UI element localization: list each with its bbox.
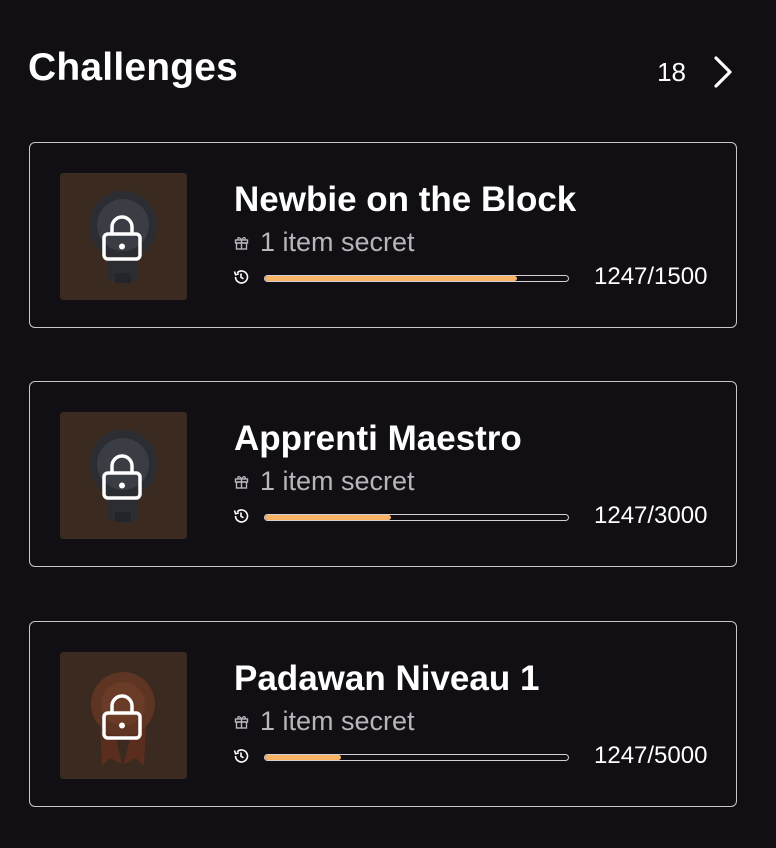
- section-title: Challenges: [28, 46, 239, 89]
- gift-icon: [234, 236, 249, 250]
- challenge-count: 18: [657, 56, 686, 87]
- progress-text: 1247/1500: [594, 263, 708, 290]
- history-icon: [233, 749, 249, 763]
- secret-info: 1 item secret: [234, 225, 415, 259]
- progress-fill: [265, 515, 391, 520]
- challenge-card[interactable]: Apprenti Maestro 1 item secret 1247/3000: [29, 381, 737, 567]
- see-all-button[interactable]: 18: [657, 50, 734, 94]
- challenge-card[interactable]: Newbie on the Block 1 item secret 1247/1…: [29, 142, 737, 328]
- challenge-thumbnail: [60, 652, 187, 779]
- history-icon: [233, 270, 249, 284]
- progress-text: 1247/3000: [594, 502, 708, 529]
- progress-bar: [264, 514, 569, 521]
- secret-label: 1 item secret: [260, 465, 415, 496]
- progress-fill: [265, 276, 517, 281]
- challenge-card[interactable]: Padawan Niveau 1 1 item secret 1247/5000: [29, 621, 737, 807]
- lock-icon: [102, 694, 142, 740]
- challenge-name: Apprenti Maestro: [234, 419, 522, 458]
- section-header: Challenges 18: [28, 44, 734, 94]
- secret-info: 1 item secret: [234, 704, 415, 738]
- progress-row: 1247/3000: [232, 500, 722, 532]
- progress-bar: [264, 754, 569, 761]
- history-icon: [233, 509, 249, 523]
- challenge-thumbnail: [60, 412, 187, 539]
- secret-label: 1 item secret: [260, 705, 415, 736]
- progress-fill: [265, 755, 341, 760]
- progress-row: 1247/5000: [232, 740, 722, 772]
- lock-icon: [102, 454, 142, 500]
- secret-label: 1 item secret: [260, 226, 415, 257]
- gift-icon: [234, 715, 249, 729]
- chevron-right-icon: [714, 56, 732, 88]
- progress-row: 1247/1500: [232, 261, 722, 293]
- challenge-thumbnail: [60, 173, 187, 300]
- challenge-name: Newbie on the Block: [234, 180, 577, 219]
- progress-text: 1247/5000: [594, 742, 708, 769]
- gift-icon: [234, 475, 249, 489]
- lock-icon: [102, 215, 142, 261]
- secret-info: 1 item secret: [234, 464, 415, 498]
- challenge-name: Padawan Niveau 1: [234, 659, 540, 698]
- progress-bar: [264, 275, 569, 282]
